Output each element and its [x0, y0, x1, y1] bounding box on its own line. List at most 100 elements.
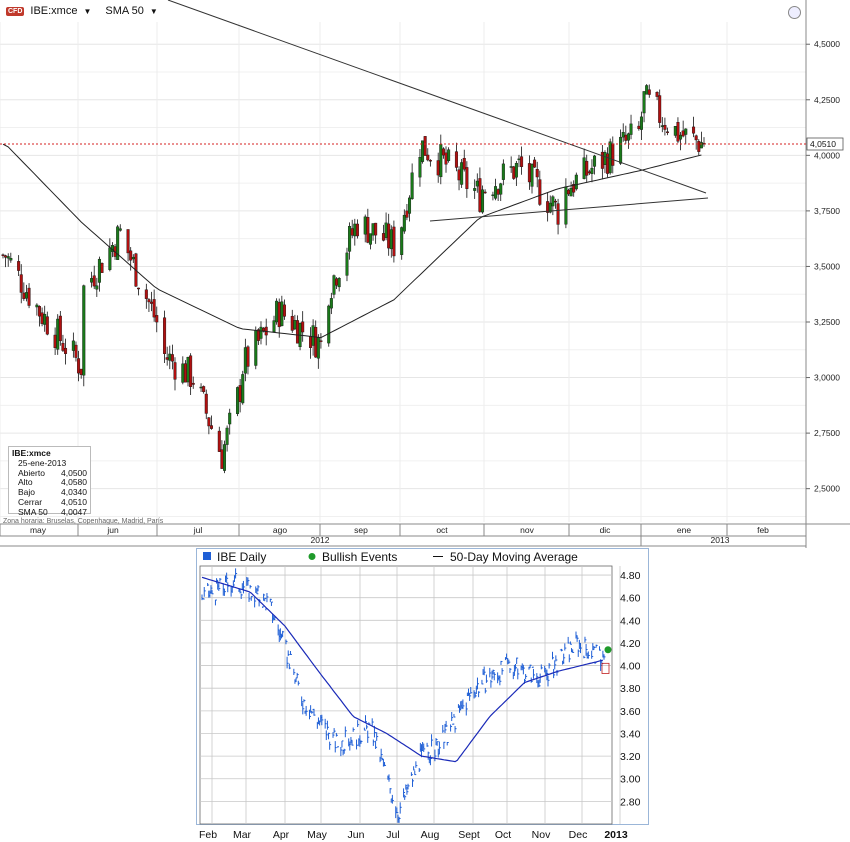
- top-stock-chart: CFD IBE:xmce ▼ SMA 50 ▼ 4,5000 4,2500 4,00…: [0, 0, 850, 548]
- candle-body: [295, 320, 299, 344]
- candle-body: [501, 163, 505, 180]
- candle-body: [209, 425, 213, 429]
- candle-body: [608, 141, 612, 174]
- candle-body: [56, 318, 60, 350]
- candle-body: [243, 347, 247, 374]
- candles: [1, 84, 706, 474]
- candle-body: [301, 321, 305, 333]
- candle-body: [447, 149, 451, 161]
- candle-body: [53, 334, 57, 349]
- candle-body: [655, 92, 659, 97]
- candle-body: [173, 362, 177, 380]
- candle-body: [220, 449, 224, 469]
- candle-body: [97, 258, 101, 283]
- candle-body: [626, 133, 630, 141]
- candle-body: [355, 223, 359, 237]
- candle-body: [316, 337, 320, 359]
- candle-body: [381, 233, 385, 241]
- candle-body: [619, 136, 623, 164]
- x-tick-label: Feb: [199, 829, 217, 841]
- candle-body: [236, 387, 240, 414]
- candle-body: [71, 340, 75, 351]
- candle-body: [22, 292, 26, 299]
- candle-body: [79, 368, 83, 375]
- x-tick-label: Sept: [458, 829, 480, 841]
- candle-body: [439, 144, 443, 178]
- candle-body: [118, 228, 122, 231]
- candle-body: [509, 166, 513, 168]
- candle-body: [353, 223, 357, 237]
- x-month-label: feb: [757, 525, 769, 535]
- candle-body: [697, 141, 701, 152]
- candle-body: [225, 427, 229, 445]
- x-tick-label: Dec: [569, 829, 588, 841]
- candle-body: [131, 256, 135, 260]
- candle-body: [202, 386, 206, 393]
- candle-body: [512, 166, 516, 179]
- candle-body: [639, 116, 643, 130]
- candle-body: [556, 203, 560, 225]
- candle-body: [95, 285, 99, 290]
- candle-body: [426, 154, 430, 161]
- x-month-label: oct: [436, 525, 448, 535]
- candle-body: [494, 186, 498, 199]
- candle-body: [189, 355, 193, 387]
- candle-body: [629, 123, 633, 135]
- candle-body: [335, 278, 339, 286]
- x-tick-label: Nov: [532, 829, 551, 841]
- y-tick-label: 4,2500: [814, 95, 840, 105]
- candle-body: [43, 313, 47, 325]
- candle-body: [405, 210, 409, 218]
- candle-body: [387, 223, 391, 249]
- candle-body: [679, 134, 683, 140]
- candle-body: [150, 301, 154, 304]
- x-tick-label: Oct: [495, 829, 511, 841]
- candle-body: [77, 358, 81, 374]
- candle-body: [311, 325, 315, 346]
- candle-body: [538, 179, 542, 205]
- candle-body: [530, 164, 534, 187]
- candle-body: [645, 85, 649, 95]
- candle-body: [647, 89, 651, 95]
- legend-label: 50-Day Moving Average: [450, 550, 578, 564]
- candle-body: [535, 169, 539, 178]
- candle-body: [1, 254, 5, 256]
- candle-body: [37, 306, 41, 317]
- y-tick-label: 3,7500: [814, 206, 840, 216]
- candle-body: [327, 305, 331, 344]
- candle-body: [144, 289, 148, 299]
- candle-body: [444, 152, 448, 165]
- candle-body: [337, 277, 341, 288]
- candle-body: [152, 299, 156, 318]
- candle-body: [491, 194, 495, 197]
- candle-body: [694, 135, 698, 141]
- candle-body: [663, 124, 667, 130]
- candle-body: [606, 153, 610, 174]
- x-month-label: nov: [520, 525, 534, 535]
- candle-body: [191, 382, 195, 385]
- candle-body: [186, 356, 190, 383]
- candle-body: [4, 255, 8, 258]
- ohlc-info-box: IBE:xmce 25-ene-2013 Abierto 4,0500 Alto 4…: [8, 446, 91, 517]
- candle-body: [165, 357, 169, 360]
- y-tick-label: 2.80: [620, 796, 641, 808]
- candle-body: [611, 143, 615, 166]
- y-tick-label: 4.00: [620, 661, 641, 673]
- candle-body: [600, 151, 604, 169]
- x-month-label: ago: [273, 525, 287, 535]
- y-tick-label: 4.40: [620, 615, 641, 627]
- candle-body: [155, 315, 159, 323]
- candle-body: [499, 183, 503, 195]
- candle-body: [553, 200, 557, 203]
- candle-body: [428, 160, 432, 162]
- y-tick-label: 3.40: [620, 728, 641, 740]
- candle-body: [137, 287, 141, 290]
- candle-body: [329, 298, 333, 309]
- candle-body: [564, 186, 568, 225]
- x-month-label: dic: [600, 525, 612, 535]
- candle-body: [254, 329, 258, 366]
- x-month-label: may: [30, 525, 47, 535]
- candle-body: [207, 417, 211, 427]
- x-month-label: ene: [677, 525, 691, 535]
- sma-50-line: [2, 143, 702, 339]
